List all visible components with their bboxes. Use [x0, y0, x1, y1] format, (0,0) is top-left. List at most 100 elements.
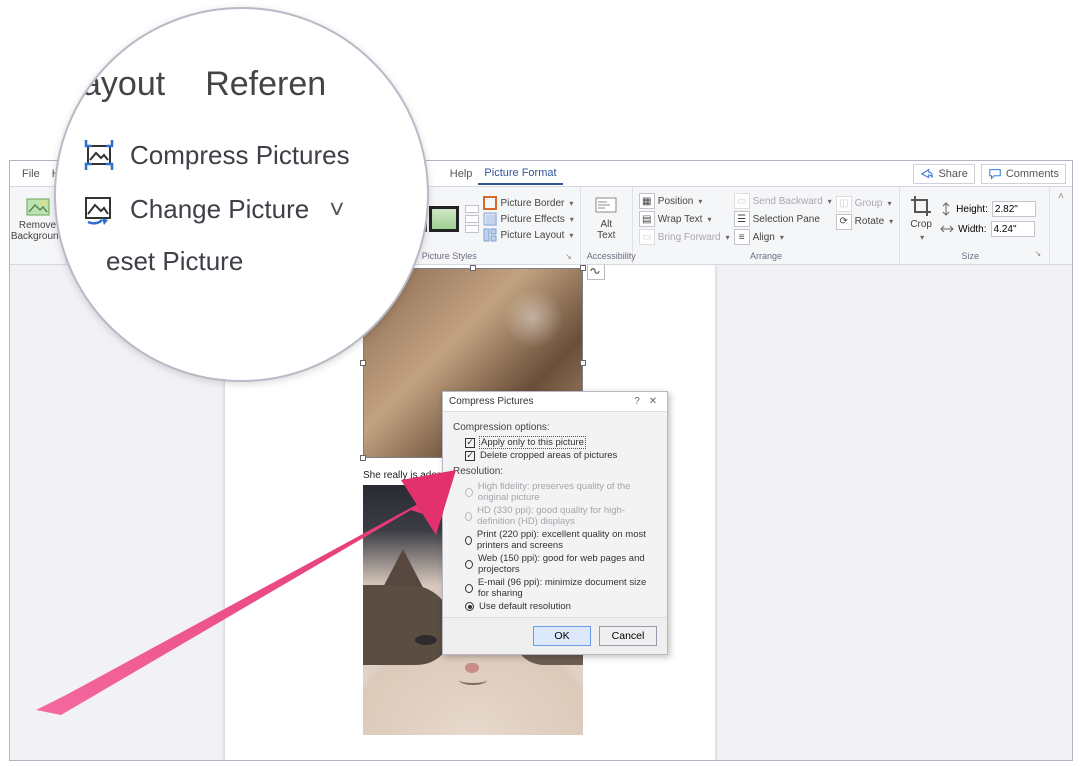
group-size: Crop Height: Width: Size↘ — [900, 187, 1050, 264]
resolution-heading: Resolution: — [453, 466, 657, 477]
crop-label: Crop — [910, 219, 932, 230]
comments-label: Comments — [1006, 168, 1059, 180]
send-backward-label: Send Backward — [753, 196, 823, 207]
tab-help[interactable]: Help — [444, 164, 479, 184]
align-icon: ≡ — [734, 229, 750, 245]
size-dialog-launcher[interactable]: ↘ — [1034, 249, 1043, 264]
picture-layout-icon — [483, 228, 497, 242]
compression-options-heading: Compression options: — [453, 422, 657, 433]
rotate-button[interactable]: ⟳Rotate — [836, 214, 893, 230]
comments-button[interactable]: Comments — [981, 164, 1066, 184]
resolution-high-fidelity: High fidelity: preserves quality of the … — [453, 480, 657, 504]
picture-layout-button[interactable]: Picture Layout — [483, 228, 573, 242]
picture-border-icon — [483, 196, 497, 210]
align-label: Align — [753, 232, 775, 243]
resolution-default[interactable]: Use default resolution — [453, 600, 657, 613]
resize-handle-e[interactable] — [580, 360, 586, 366]
width-label: Width: — [958, 224, 986, 235]
bring-forward-button[interactable]: ▭Bring Forward — [639, 229, 730, 245]
apply-only-label: Apply only to this picture — [480, 437, 585, 448]
picture-border-label: Picture Border — [500, 198, 564, 209]
compress-pictures-dialog: Compress Pictures ? ✕ Compression option… — [442, 391, 668, 655]
picture-effects-icon — [483, 212, 497, 226]
cancel-button[interactable]: Cancel — [599, 626, 657, 646]
apply-only-checkbox[interactable]: ✓ Apply only to this picture — [453, 436, 657, 449]
accessibility-group-label: Accessibility — [587, 249, 626, 264]
bring-forward-icon: ▭ — [639, 229, 655, 245]
resolution-hd: HD (330 ppi): good quality for high-defi… — [453, 504, 657, 528]
arrange-group-label: Arrange — [639, 249, 893, 264]
tab-file[interactable]: File — [16, 164, 46, 184]
picture-styles-dialog-launcher[interactable]: ↘ — [565, 252, 574, 261]
layout-options-icon — [590, 265, 602, 277]
email-label: E-mail (96 ppi): minimize document size … — [478, 577, 657, 599]
wrap-text-icon: ▤ — [639, 211, 655, 227]
position-icon: ▦ — [639, 193, 655, 209]
selection-pane-icon: ☰ — [734, 211, 750, 227]
annotation-arrow — [36, 440, 456, 720]
dialog-help-button[interactable]: ? — [629, 396, 645, 407]
group-button[interactable]: ◫Group — [836, 196, 893, 212]
selection-pane-label: Selection Pane — [753, 214, 820, 225]
picture-effects-button[interactable]: Picture Effects — [483, 212, 573, 226]
magnified-tab-layout: ayout — [82, 65, 165, 104]
rotate-label: Rotate — [855, 216, 884, 227]
send-backward-icon: ▭ — [734, 193, 750, 209]
width-input[interactable] — [991, 221, 1035, 237]
rotate-icon: ⟳ — [836, 214, 852, 230]
group-arrange: ▦Position ▤Wrap Text ▭Bring Forward ▭Sen… — [633, 187, 900, 264]
picture-border-button[interactable]: Picture Border — [483, 196, 573, 210]
gallery-more[interactable] — [465, 205, 479, 233]
share-icon — [920, 167, 934, 181]
style-preset-4[interactable] — [429, 206, 459, 232]
alt-text-label: AltText — [597, 219, 615, 241]
magnified-compress-pictures: Compress Pictures — [130, 140, 350, 171]
web-label: Web (150 ppi): good for web pages and pr… — [478, 553, 657, 575]
checkbox-icon: ✓ — [465, 451, 475, 461]
wrap-text-label: Wrap Text — [658, 214, 703, 225]
dialog-title: Compress Pictures — [449, 396, 629, 407]
default-label: Use default resolution — [479, 601, 571, 612]
group-accessibility: AltText Accessibility — [581, 187, 633, 264]
resolution-email[interactable]: E-mail (96 ppi): minimize document size … — [453, 576, 657, 600]
crop-icon — [910, 195, 932, 217]
delete-cropped-label: Delete cropped areas of pictures — [480, 450, 617, 461]
tab-picture-format[interactable]: Picture Format — [478, 163, 562, 185]
height-icon — [940, 202, 952, 216]
share-button[interactable]: Share — [913, 164, 974, 184]
magnifier-callout: ayout Referen Compress Pictures Change P… — [54, 7, 429, 382]
layout-options-button[interactable] — [587, 265, 605, 280]
bring-forward-label: Bring Forward — [658, 232, 721, 243]
checkbox-icon: ✓ — [465, 438, 475, 448]
dialog-close-button[interactable]: ✕ — [645, 396, 661, 407]
resolution-print[interactable]: Print (220 ppi): excellent quality on mo… — [453, 528, 657, 552]
picture-layout-label: Picture Layout — [500, 230, 564, 241]
alt-text-button[interactable]: AltText — [591, 195, 621, 243]
height-input[interactable] — [992, 201, 1036, 217]
position-button[interactable]: ▦Position — [639, 193, 730, 209]
hf-label: High fidelity: preserves quality of the … — [478, 481, 657, 503]
resize-handle-n[interactable] — [470, 265, 476, 271]
delete-cropped-checkbox[interactable]: ✓ Delete cropped areas of pictures — [453, 449, 657, 462]
collapse-ribbon-button[interactable]: ˄ — [1050, 187, 1072, 264]
compress-pictures-icon — [82, 138, 116, 172]
wrap-text-button[interactable]: ▤Wrap Text — [639, 211, 730, 227]
resize-handle-ne[interactable] — [580, 265, 586, 271]
group-icon: ◫ — [836, 196, 852, 212]
dialog-titlebar[interactable]: Compress Pictures ? ✕ — [443, 392, 667, 412]
change-picture-icon — [82, 192, 116, 226]
resolution-web[interactable]: Web (150 ppi): good for web pages and pr… — [453, 552, 657, 576]
comment-icon — [988, 167, 1002, 181]
send-backward-button[interactable]: ▭Send Backward — [734, 193, 832, 209]
selection-pane-button[interactable]: ☰Selection Pane — [734, 211, 832, 227]
ok-button[interactable]: OK — [533, 626, 591, 646]
picture-effects-label: Picture Effects — [500, 214, 564, 225]
remove-background-icon — [26, 196, 50, 218]
height-label: Height: — [956, 204, 988, 215]
magnified-change-picture: Change Picture — [130, 194, 309, 225]
print-label: Print (220 ppi): excellent quality on mo… — [477, 529, 657, 551]
hd-label: HD (330 ppi): good quality for high-defi… — [477, 505, 657, 527]
size-group-label: Size — [906, 249, 1034, 264]
crop-button[interactable]: Crop — [906, 193, 936, 245]
align-button[interactable]: ≡Align — [734, 229, 832, 245]
